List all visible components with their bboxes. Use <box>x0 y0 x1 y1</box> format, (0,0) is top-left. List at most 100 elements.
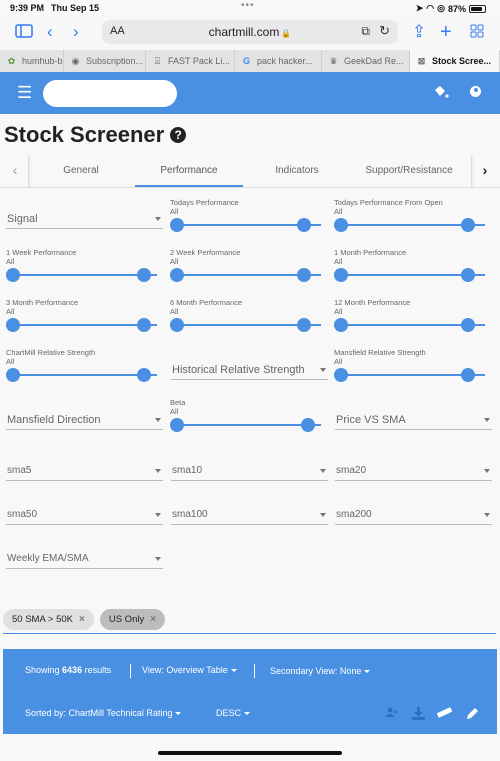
slider-max-handle[interactable] <box>137 318 151 332</box>
search-input[interactable] <box>43 80 177 107</box>
slider-max-handle[interactable] <box>461 218 475 232</box>
browser-tab[interactable]: ◉ Subscription... <box>64 50 146 72</box>
1-month-performance-filter: 1 Month Performance All <box>334 248 491 283</box>
mansfield-direction-select[interactable]: Mansfield Direction <box>6 410 163 430</box>
slider-max-handle[interactable] <box>461 268 475 282</box>
slider-max-handle[interactable] <box>297 318 311 332</box>
sort-by-dropdown[interactable]: Sorted by: ChartMill Technical Rating <box>25 708 182 718</box>
slider-min-handle[interactable] <box>6 318 20 332</box>
tab-general[interactable]: General <box>40 165 122 176</box>
filter-category-tabs: ‹ General Performance Indicators Support… <box>0 156 500 188</box>
range-slider[interactable] <box>170 417 327 433</box>
caret-down-icon <box>155 469 161 473</box>
download-icon[interactable] <box>412 707 425 723</box>
browser-tab[interactable]: ♛ GeekDad Re... <box>322 50 410 72</box>
back-icon[interactable]: ‹ <box>47 22 53 42</box>
slider-max-handle[interactable] <box>297 268 311 282</box>
historical-relative-strength-select[interactable]: Historical Relative Strength <box>171 360 328 380</box>
sma100-select[interactable]: sma100 <box>171 505 328 525</box>
page-title: Stock Screener ? <box>4 122 187 148</box>
chevron-left-icon[interactable]: ‹ <box>1 162 29 178</box>
range-slider[interactable] <box>170 317 327 333</box>
range-slider[interactable] <box>334 217 491 233</box>
forward-icon[interactable]: › <box>73 22 79 42</box>
slider-max-handle[interactable] <box>297 218 311 232</box>
close-tab-icon[interactable]: ⊠ <box>416 56 427 67</box>
slider-min-handle[interactable] <box>170 268 184 282</box>
slider-min-handle[interactable] <box>334 368 348 382</box>
filter-chip[interactable]: 50 SMA > 50K × <box>3 609 94 630</box>
price-vs-sma-select[interactable]: Price VS SMA <box>335 410 492 430</box>
slider-min-handle[interactable] <box>6 368 20 382</box>
battery-percent: 87% <box>447 3 466 14</box>
remove-chip-icon[interactable]: × <box>79 614 85 625</box>
share-icon[interactable]: ⇪ <box>412 22 426 42</box>
help-icon[interactable]: ? <box>170 127 187 143</box>
range-slider[interactable] <box>170 217 327 233</box>
browser-tab[interactable]: Gpack hacker... <box>235 50 322 72</box>
slider-max-handle[interactable] <box>301 418 315 432</box>
paint-bucket-icon[interactable] <box>433 85 449 102</box>
browser-tab[interactable]: ⍓ FAST Pack Li... <box>146 50 235 72</box>
slider-min-handle[interactable] <box>6 268 20 282</box>
range-slider[interactable] <box>6 267 163 283</box>
filter-chip[interactable]: US Only × <box>99 609 166 630</box>
chevron-right-icon[interactable]: › <box>471 162 499 178</box>
beta-filter: Beta All <box>170 398 327 433</box>
sort-order-dropdown[interactable]: DESC <box>216 708 251 718</box>
slider-max-handle[interactable] <box>137 268 151 282</box>
range-slider[interactable] <box>6 317 163 333</box>
extension-icon[interactable]: ⧉ <box>361 24 370 39</box>
add-user-icon[interactable] <box>385 707 398 721</box>
caret-down-icon <box>484 418 490 422</box>
reload-icon[interactable]: ↻ <box>379 23 390 39</box>
slider-min-handle[interactable] <box>170 318 184 332</box>
tab-indicators[interactable]: Indicators <box>256 165 338 176</box>
range-slider[interactable] <box>170 267 327 283</box>
slider-min-handle[interactable] <box>334 268 348 282</box>
ruler-icon[interactable] <box>436 707 453 721</box>
caret-down-icon <box>320 513 326 517</box>
sma200-select[interactable]: sma200 <box>335 505 492 525</box>
sma5-select[interactable]: sma5 <box>6 461 163 481</box>
3-month-performance-filter: 3 Month Performance All <box>6 298 163 333</box>
range-slider[interactable] <box>334 267 491 283</box>
url-text: chartmill.com <box>208 25 280 39</box>
multitasking-dots-icon[interactable]: ••• <box>241 0 255 11</box>
pencil-icon[interactable] <box>466 707 479 723</box>
sma10-select[interactable]: sma10 <box>171 461 328 481</box>
remove-chip-icon[interactable]: × <box>150 614 156 625</box>
slider-min-handle[interactable] <box>334 318 348 332</box>
range-slider[interactable] <box>334 367 491 383</box>
caret-down-icon <box>175 712 182 716</box>
slider-min-handle[interactable] <box>170 218 184 232</box>
user-account-icon[interactable] <box>470 86 481 97</box>
caret-down-icon <box>484 513 490 517</box>
tab-support-resistance[interactable]: Support/Resistance <box>352 165 466 176</box>
browser-tab-strip: ✿ humhub-b ◉ Subscription... ⍓ FAST Pack Li… <box>0 50 500 72</box>
range-slider[interactable] <box>6 367 163 383</box>
caret-down-icon <box>155 217 161 221</box>
weekly-ema-sma-select[interactable]: Weekly EMA/SMA <box>6 549 163 569</box>
status-date: Thu Sep 15 <box>51 3 100 13</box>
sma20-select[interactable]: sma20 <box>335 461 492 481</box>
slider-max-handle[interactable] <box>137 368 151 382</box>
view-dropdown[interactable]: View: Overview Table <box>142 665 237 675</box>
home-indicator[interactable] <box>158 751 342 755</box>
browser-tab-active[interactable]: ⊠ Stock Scree... <box>410 50 500 72</box>
browser-tab[interactable]: ✿ humhub-b <box>0 50 64 72</box>
sma50-select[interactable]: sma50 <box>6 505 163 525</box>
slider-min-handle[interactable] <box>170 418 184 432</box>
signal-select[interactable]: Signal <box>6 209 163 229</box>
slider-min-handle[interactable] <box>334 218 348 232</box>
tab-performance[interactable]: Performance <box>135 165 243 176</box>
secondary-view-dropdown[interactable]: Secondary View: None <box>270 666 371 676</box>
hamburger-menu-icon[interactable]: ☰ <box>17 84 32 101</box>
new-tab-icon[interactable]: + <box>440 22 452 42</box>
tab-overview-icon[interactable] <box>470 23 484 43</box>
sidebar-icon[interactable] <box>15 23 33 43</box>
slider-max-handle[interactable] <box>461 368 475 382</box>
range-slider[interactable] <box>334 317 491 333</box>
slider-max-handle[interactable] <box>461 318 475 332</box>
address-bar[interactable]: AA chartmill.com 🔒 ⧉ ↻ <box>102 20 398 44</box>
